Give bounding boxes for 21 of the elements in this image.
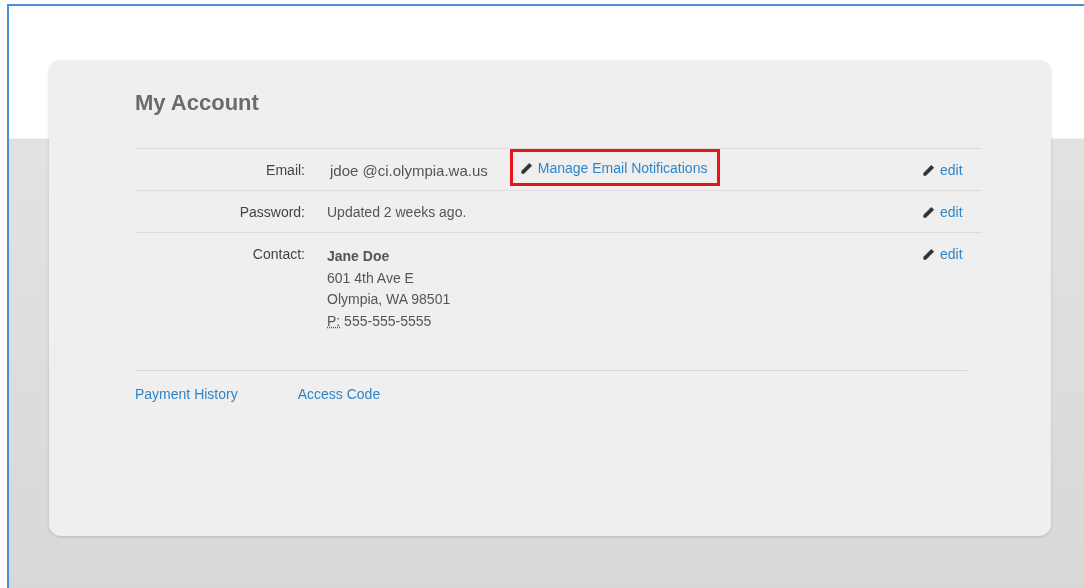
footer-link[interactable]: Payment History xyxy=(135,386,238,402)
pencil-icon xyxy=(922,206,935,219)
field-label: Email: xyxy=(265,161,306,180)
page-title: My Account xyxy=(135,89,260,117)
edit-link[interactable]: edit xyxy=(940,162,963,178)
manage-notifications-link[interactable]: Manage Email Notifications xyxy=(537,160,708,176)
phone-label: P: xyxy=(327,312,341,329)
password-status: Updated 2 weeks ago. xyxy=(327,204,467,220)
footer-link[interactable]: Access Code xyxy=(297,386,381,402)
field-label: Password: xyxy=(238,203,306,222)
pencil-icon xyxy=(519,161,533,175)
edit-link[interactable]: edit xyxy=(940,204,963,220)
edit-link[interactable]: edit xyxy=(940,246,963,262)
email-address: jdoe @ci.olympia.wa.us xyxy=(328,162,488,179)
address-line: Olympia, WA 98501 xyxy=(327,290,451,309)
pencil-icon xyxy=(922,164,935,177)
phone-number: 555-555-5555 xyxy=(343,312,432,329)
pencil-icon xyxy=(922,248,935,261)
field-label: Contact: xyxy=(251,245,306,264)
contact-name: Jane Doe xyxy=(327,247,391,266)
address-line: 601 4th Ave E xyxy=(327,268,415,288)
